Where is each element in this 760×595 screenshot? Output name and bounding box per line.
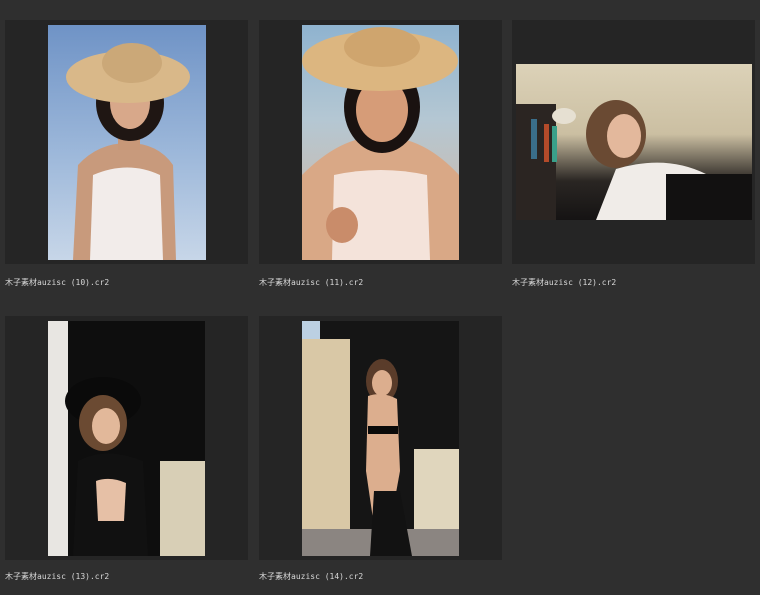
photo-woman-straw-hat-closeup [302,25,459,260]
photo-woman-standing-by-door [302,321,459,556]
thumbnail-frame[interactable] [259,20,502,264]
thumbnail-filename: 木子素材auzisc (11).cr2 [259,278,364,287]
thumbnail-filename: 木子素材auzisc (12).cr2 [512,278,617,287]
thumbnail-frame[interactable] [5,316,248,560]
thumbnail-frame[interactable] [259,316,502,560]
photo-woman-reclining-interior [516,64,752,220]
thumbnail-grid: 木子素材auzisc (10).cr2 木子素材auzisc (11).cr2 [0,0,760,595]
thumbnail-frame[interactable] [512,20,755,264]
thumbnail-filename: 木子素材auzisc (14).cr2 [259,572,364,581]
photo-woman-straw-hat-sky [48,25,206,260]
thumbnail-filename: 木子素材auzisc (13).cr2 [5,572,110,581]
photo-woman-black-hat-dark-room [48,321,205,556]
thumbnail-frame[interactable] [5,20,248,264]
thumbnail-filename: 木子素材auzisc (10).cr2 [5,278,110,287]
